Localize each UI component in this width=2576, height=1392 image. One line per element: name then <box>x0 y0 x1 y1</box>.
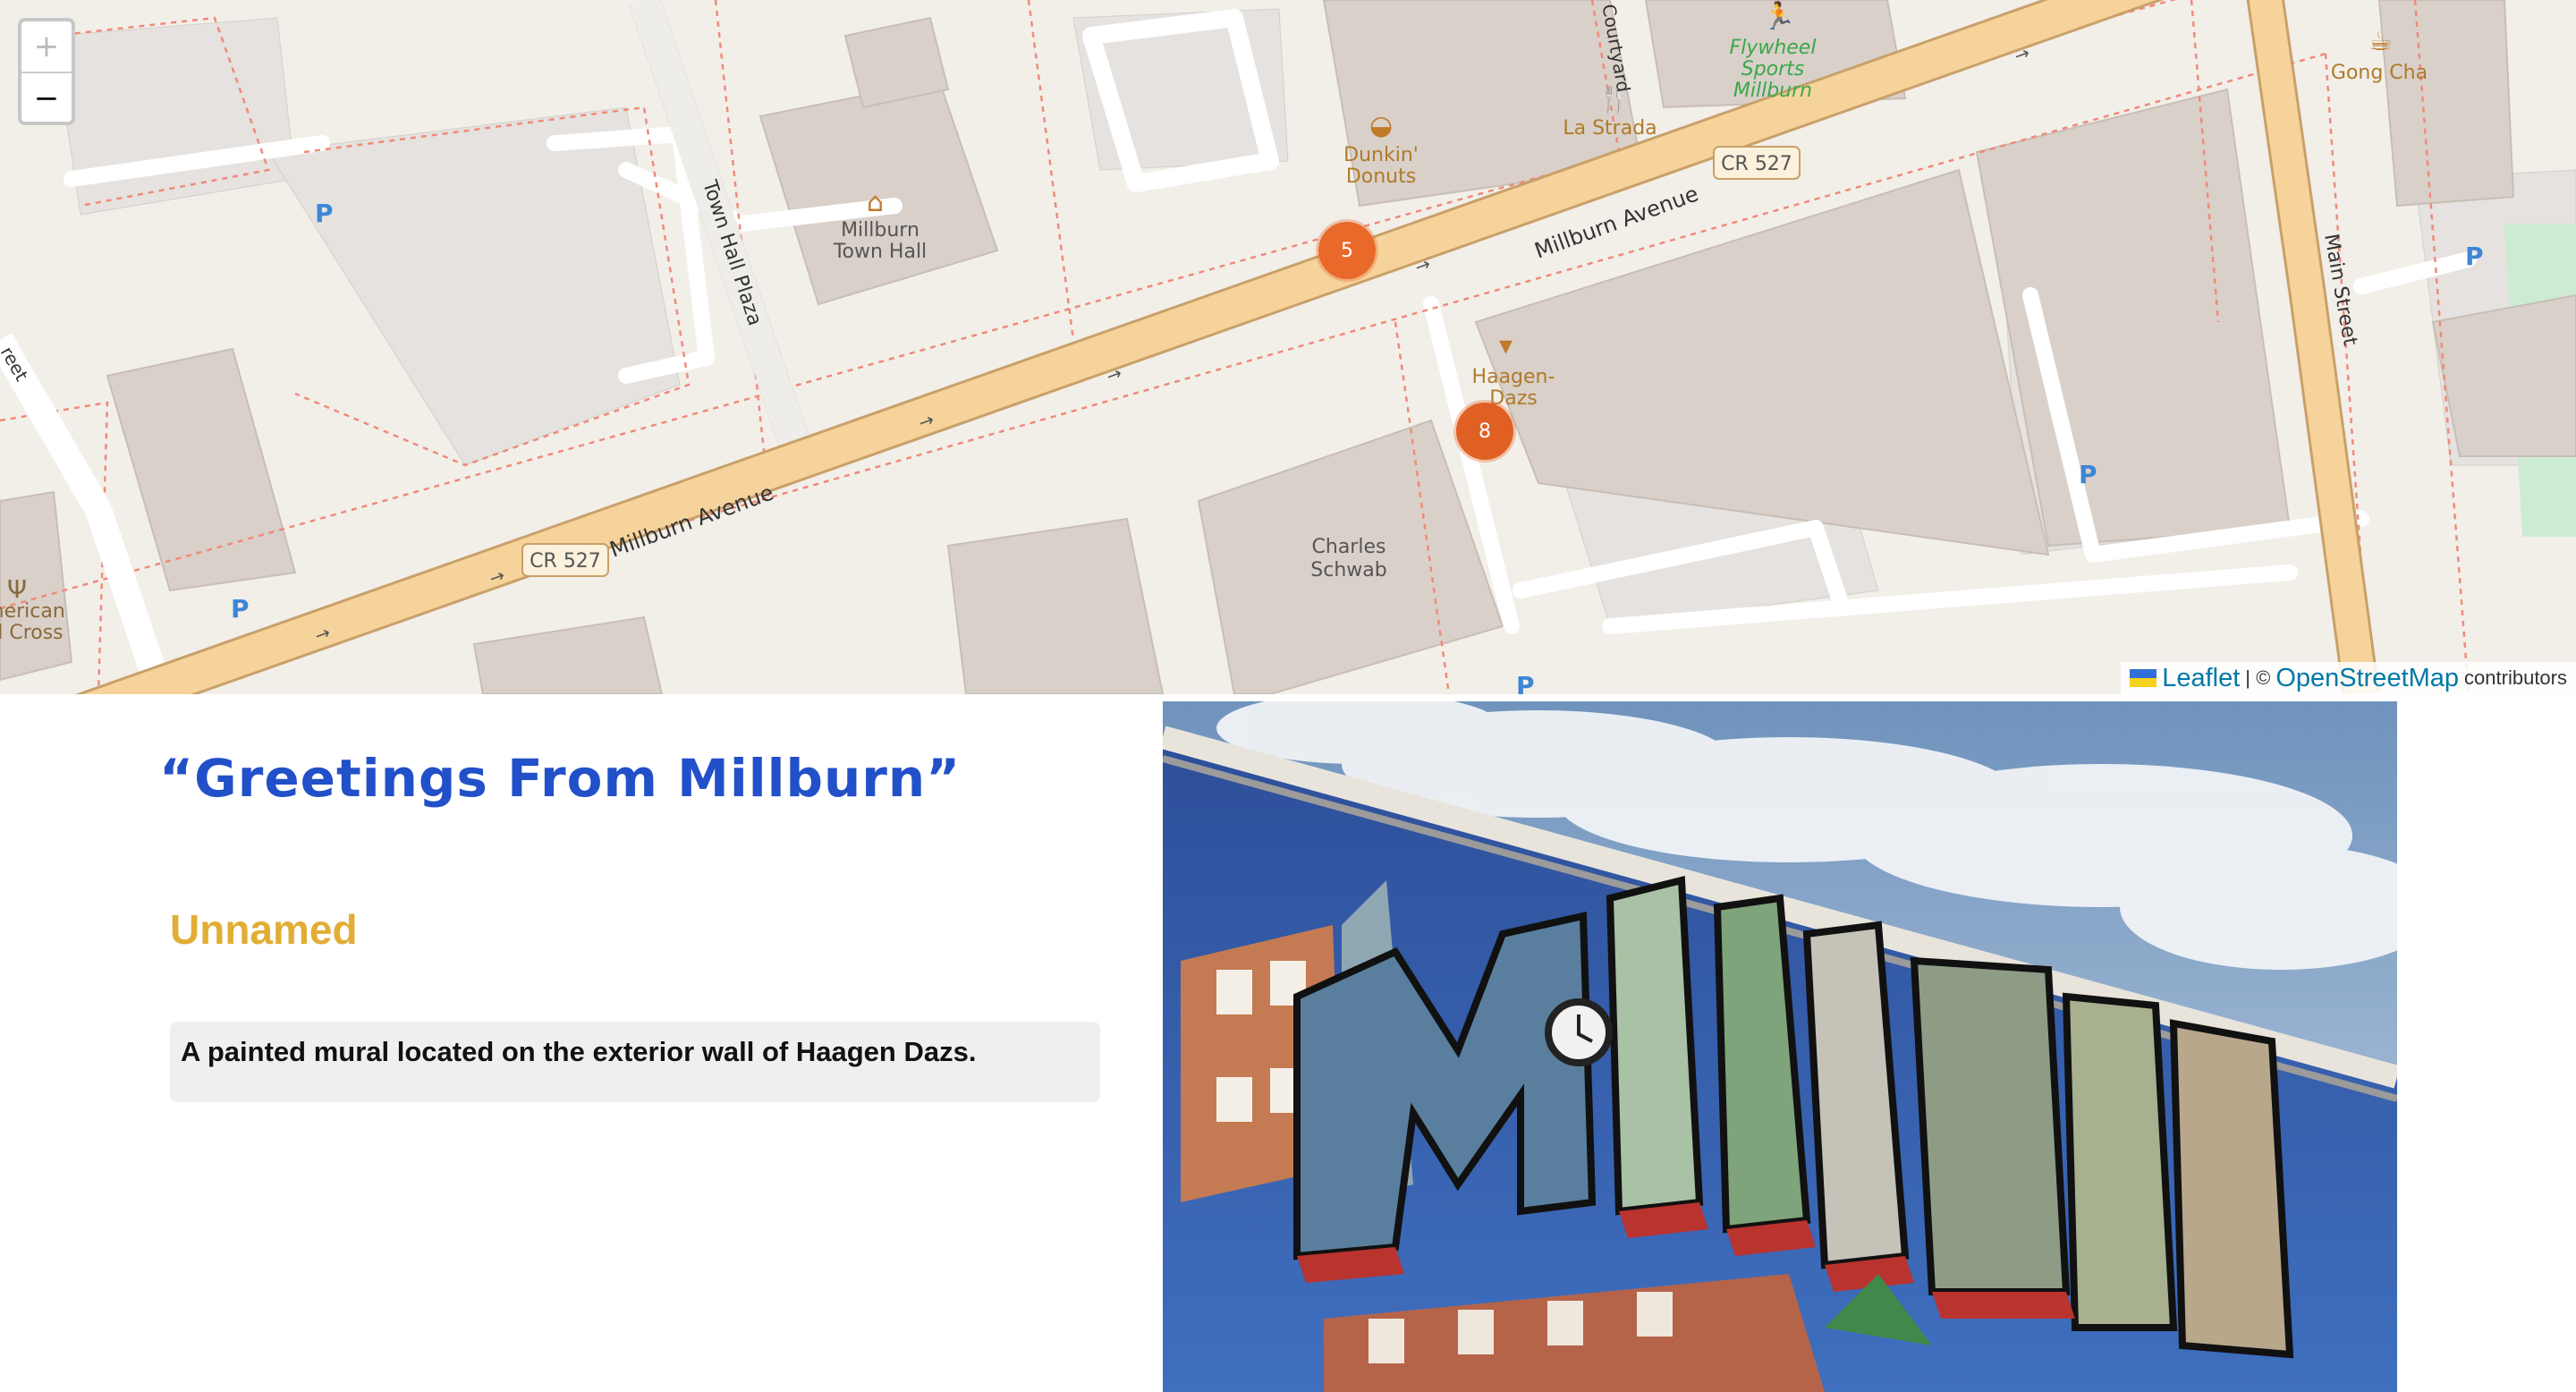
parking-icon: P <box>2465 242 2484 271</box>
zoom-control: + − <box>18 18 75 125</box>
poi-label-flywheel: Sports <box>1741 58 1805 81</box>
fast-food-icon: ◒ <box>1369 110 1393 141</box>
poi-label-haagen-dazs: Haagen- <box>1472 366 1555 388</box>
poi-label-dunkin: Donuts <box>1346 166 1416 188</box>
poi-label-charles-schwab: Schwab <box>1310 559 1386 581</box>
road-shield-label: CR 527 <box>530 550 601 573</box>
mural-title: “Greetings From Millburn” <box>159 748 962 809</box>
town-hall-icon: ⌂ <box>867 187 884 218</box>
sports-icon: 🏃 <box>1762 0 1795 32</box>
poi-label-flywheel: Millburn <box>1733 80 1812 102</box>
cluster-marker[interactable]: 8 <box>1456 403 1513 460</box>
road-shield-label: CR 527 <box>1721 153 1792 175</box>
ice-cream-icon: ▾ <box>1499 330 1513 361</box>
ukraine-flag-icon <box>2130 669 2157 687</box>
openstreetmap-link[interactable]: OpenStreetMap <box>2275 664 2459 693</box>
zoom-in-button[interactable]: + <box>21 21 72 73</box>
poi-label-gong-cha: Gong Cha <box>2331 62 2428 84</box>
attribution-contributors: contributors <box>2464 666 2567 689</box>
parking-icon: P <box>231 594 250 624</box>
poi-label-town-hall: Town Hall <box>833 241 927 263</box>
parking-icon: P <box>315 199 334 228</box>
cafe-icon: ☕ <box>2368 26 2393 57</box>
mural-photo-image <box>1163 701 2397 1392</box>
artist-name: Unnamed <box>170 906 358 953</box>
mural-photo <box>1163 701 2397 1392</box>
poi-label-charles-schwab: Charles <box>1312 536 1386 558</box>
parking-icon: P <box>1516 671 1535 694</box>
map[interactable]: → → → → → → P P P P P ⌂ ◒ 🍴 ☕ ▾ 🏃 Ψ CR 5… <box>0 0 2576 694</box>
poi-label-la-strada: La Strada <box>1563 117 1657 140</box>
parking-icon: P <box>2079 460 2097 489</box>
poi-label-town-hall: Millburn <box>841 219 919 242</box>
poi-label-red-cross: merican <box>0 600 65 623</box>
mural-description: A painted mural located on the exterior … <box>170 1022 1100 1102</box>
poi-label-red-cross: d Cross <box>0 622 64 644</box>
attribution-separator: | © <box>2245 666 2271 689</box>
poi-label-dunkin: Dunkin' <box>1343 144 1419 166</box>
zoom-out-button[interactable]: − <box>21 73 72 122</box>
cluster-marker[interactable]: 5 <box>1318 222 1376 279</box>
leaflet-link[interactable]: Leaflet <box>2162 664 2240 693</box>
map-tiles[interactable]: → → → → → → P P P P P ⌂ ◒ 🍴 ☕ ▾ 🏃 Ψ CR 5… <box>0 0 2576 694</box>
map-attribution: Leaflet | © OpenStreetMap contributors <box>2121 662 2576 694</box>
poi-label-flywheel: Flywheel <box>1730 37 1817 59</box>
